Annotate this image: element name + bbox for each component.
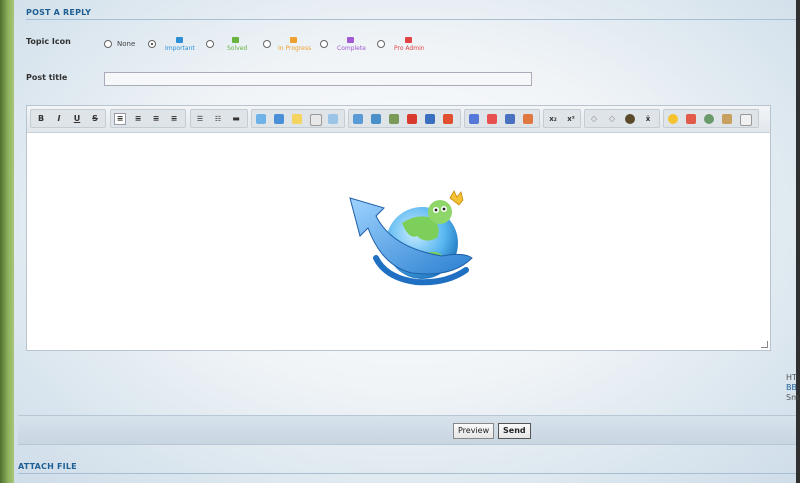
- topic-icon-radio-important[interactable]: [148, 40, 156, 48]
- image-icon[interactable]: [353, 114, 363, 124]
- important-icon: [176, 37, 183, 43]
- video-icon[interactable]: [425, 114, 435, 124]
- font-bg-icon[interactable]: [523, 114, 533, 124]
- topic-icon-radio-in-progress[interactable]: [263, 40, 271, 48]
- attach-file-heading: ATTACH FILE: [18, 462, 77, 471]
- font-color-icon[interactable]: [487, 114, 497, 124]
- font-group: [464, 109, 540, 128]
- spoiler-icon[interactable]: [292, 114, 302, 124]
- align-left-icon[interactable]: ≡: [114, 113, 126, 125]
- italic-button[interactable]: I: [53, 113, 65, 125]
- side-text-smilies: Sm: [786, 393, 799, 402]
- topic-icon-important-label: Important: [165, 45, 195, 52]
- numbered-list-icon[interactable]: ☷: [212, 113, 224, 125]
- bullet-list-icon[interactable]: ☰: [194, 113, 206, 125]
- topic-icon-solved-label: Solved: [227, 45, 248, 52]
- flash-icon[interactable]: [443, 114, 453, 124]
- editor-content-image: [332, 188, 482, 298]
- topic-icon-pro-admin-label: Pro Admin: [394, 45, 425, 52]
- resize-handle[interactable]: [761, 341, 768, 348]
- topic-icon-complete-label: Complete: [337, 45, 366, 52]
- bold-button[interactable]: B: [35, 113, 47, 125]
- side-text-html: HT: [786, 373, 797, 382]
- paste-icon[interactable]: [722, 114, 732, 124]
- emoticon-icon[interactable]: [668, 114, 678, 124]
- code-icon[interactable]: [274, 114, 284, 124]
- preview-button[interactable]: Preview: [453, 423, 495, 439]
- solved-icon: [232, 37, 239, 43]
- script-group: x₂ x²: [543, 109, 581, 128]
- right-border: [796, 0, 800, 483]
- horizontal-rule-icon[interactable]: ▬: [230, 113, 242, 125]
- date-icon[interactable]: [686, 114, 696, 124]
- maximize-icon[interactable]: [625, 114, 635, 124]
- submit-bar: Preview Send: [18, 415, 796, 445]
- source-icon[interactable]: [740, 114, 752, 126]
- quote-icon[interactable]: [256, 114, 266, 124]
- side-link-bbcode[interactable]: BB: [786, 383, 797, 392]
- pagebreak-icon[interactable]: [310, 114, 322, 126]
- topic-icon-label: Topic Icon: [26, 37, 71, 46]
- topic-icon-radio-pro-admin[interactable]: [377, 40, 385, 48]
- align-group: ≡ ≡ ≡ ≡: [110, 109, 186, 128]
- heading-rule: [26, 19, 796, 20]
- left-border: [0, 0, 14, 483]
- redo-icon[interactable]: ◇: [606, 113, 618, 125]
- text-style-group: B I U S: [30, 109, 106, 128]
- in-progress-icon: [290, 37, 297, 43]
- topic-icon-radio-complete[interactable]: [320, 40, 328, 48]
- align-right-icon[interactable]: ≡: [150, 113, 162, 125]
- history-group: ◇ ◇ ẍ: [584, 109, 660, 128]
- font-size-icon[interactable]: [505, 114, 515, 124]
- topic-icon-radio-solved[interactable]: [206, 40, 214, 48]
- post-title-label: Post title: [26, 73, 68, 82]
- subscript-button[interactable]: x₂: [547, 113, 559, 125]
- align-center-icon[interactable]: ≡: [132, 113, 144, 125]
- post-title-input[interactable]: [104, 72, 532, 86]
- list-group: ☰ ☷ ▬: [190, 109, 248, 128]
- reply-panel: POST A REPLY Topic Icon None Important S…: [14, 0, 799, 483]
- strikethrough-button[interactable]: S: [89, 113, 101, 125]
- editor-toolbar: B I U S ≡ ≡ ≡ ≡ ☰ ☷ ▬ x₂ x² ◇ ◇ ẍ: [27, 106, 770, 133]
- insert-group: [251, 109, 345, 128]
- topic-icon-radio-none[interactable]: [104, 40, 112, 48]
- youtube-icon[interactable]: [407, 114, 417, 124]
- topic-icon-in-progress-label: In Progress: [278, 45, 312, 52]
- superscript-button[interactable]: x²: [565, 113, 577, 125]
- media-group: [348, 109, 461, 128]
- underline-button[interactable]: U: [71, 113, 83, 125]
- complete-icon: [347, 37, 354, 43]
- topic-icon-none-label: None: [117, 40, 136, 48]
- link-icon[interactable]: [389, 114, 399, 124]
- font-icon[interactable]: [469, 114, 479, 124]
- attach-rule: [18, 473, 796, 474]
- image-upload-icon[interactable]: [371, 114, 381, 124]
- post-reply-heading: POST A REPLY: [26, 8, 92, 17]
- pro-admin-icon: [405, 37, 412, 43]
- table-icon[interactable]: [328, 114, 338, 124]
- send-button[interactable]: Send: [498, 423, 531, 439]
- extras-group: [663, 109, 759, 128]
- undo-icon[interactable]: ◇: [588, 113, 600, 125]
- find-icon[interactable]: [704, 114, 714, 124]
- justify-icon[interactable]: ≡: [168, 113, 180, 125]
- special-char-icon[interactable]: ẍ: [642, 113, 654, 125]
